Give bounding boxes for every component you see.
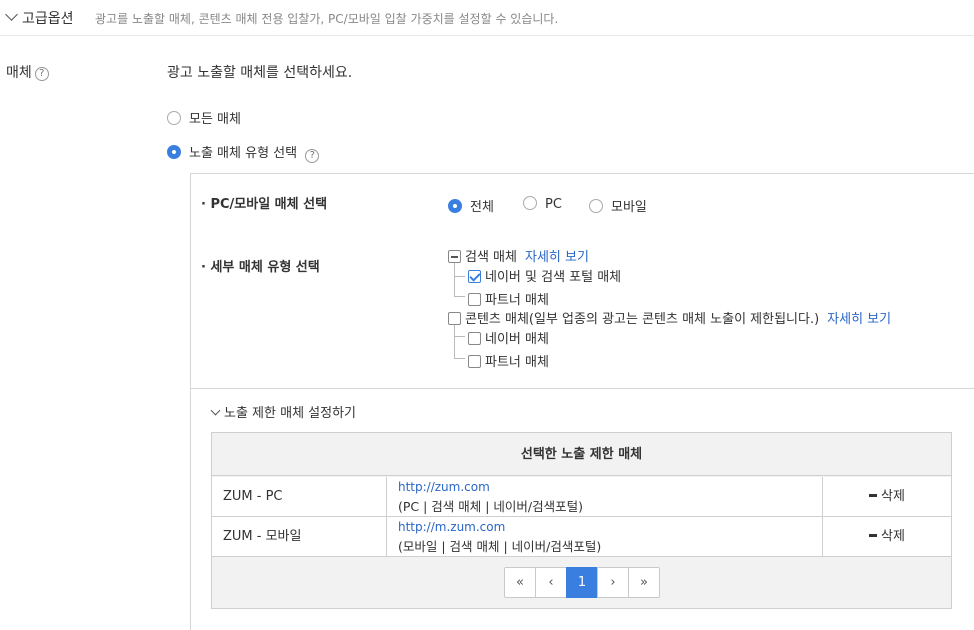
delete-label: 삭제: [881, 529, 905, 544]
checkbox-label: 파트너 매체: [485, 355, 549, 370]
pc-mobile-label: · PC/모바일 매체 선택: [201, 197, 328, 212]
page-button-current[interactable]: 1: [566, 567, 598, 598]
radio-label: 전체: [470, 200, 494, 215]
last-page-button[interactable]: »: [628, 567, 660, 598]
pagination: « ‹ 1 › »: [504, 567, 660, 598]
radio-button[interactable]: [167, 111, 181, 125]
checkbox-label: 네이버 매체: [485, 332, 549, 347]
tree-line: [454, 358, 465, 359]
checkbox-label: 검색 매체: [465, 250, 517, 265]
chevron-down-icon[interactable]: [210, 405, 221, 416]
checkbox[interactable]: [448, 250, 461, 263]
checkbox[interactable]: [468, 355, 481, 368]
delete-button[interactable]: 삭제: [823, 517, 951, 556]
media-label: 매체: [6, 65, 32, 81]
media-name-cell: ZUM - 모바일: [212, 517, 387, 556]
radio-pc-mobile-all[interactable]: 전체: [448, 196, 494, 215]
divider: [191, 388, 974, 389]
advanced-options-description: 광고를 노출할 매체, 콘텐츠 매체 전용 입찰가, PC/모바일 입찰 가중치…: [95, 12, 559, 26]
checkbox-naver-search-portal[interactable]: 네이버 및 검색 포털 매체: [468, 266, 621, 285]
tree-line: [454, 296, 465, 297]
limit-media-toggle[interactable]: 노출 제한 매체 설정하기: [210, 402, 356, 421]
table-row: ZUM - 모바일 http://m.zum.com (모바일 | 검색 매체 …: [212, 517, 951, 557]
table-header: 선택한 노출 제한 매체: [212, 433, 951, 476]
checkbox-content-partner[interactable]: 파트너 매체: [468, 351, 549, 370]
search-media-details-link[interactable]: 자세히 보기: [525, 250, 589, 265]
next-page-button[interactable]: ›: [597, 567, 629, 598]
radio-label: 모바일: [611, 200, 647, 215]
media-section-label: 매체?: [6, 62, 49, 82]
first-page-button[interactable]: «: [504, 567, 536, 598]
radio-button[interactable]: [167, 145, 181, 159]
delete-button[interactable]: 삭제: [823, 477, 951, 516]
checkbox[interactable]: [448, 312, 461, 325]
media-path: (PC | 검색 매체 | 네이버/검색포털): [398, 499, 584, 514]
media-info-cell: http://m.zum.com (모바일 | 검색 매체 | 네이버/검색포털…: [387, 517, 823, 556]
minus-icon: [869, 494, 878, 497]
radio-label: 모든 매체: [189, 112, 241, 127]
checkbox-label: 네이버 및 검색 포털 매체: [485, 270, 622, 285]
detail-media-label: · 세부 매체 유형 선택: [201, 260, 320, 275]
radio-mobile[interactable]: 모바일: [589, 196, 647, 215]
advanced-options-title[interactable]: 고급옵션: [22, 8, 74, 28]
tree-line: [454, 276, 465, 277]
checkbox-search-media[interactable]: 검색 매체 자세히 보기: [448, 246, 589, 265]
tree-line: [454, 336, 465, 337]
media-info-cell: http://zum.com (PC | 검색 매체 | 네이버/검색포털): [387, 477, 823, 516]
tree-line: [454, 260, 455, 297]
radio-all-media[interactable]: 모든 매체: [167, 108, 241, 127]
table-row: ZUM - PC http://zum.com (PC | 검색 매체 | 네이…: [212, 477, 951, 517]
radio-button[interactable]: [448, 199, 462, 213]
minus-icon: [869, 534, 878, 537]
media-path: (모바일 | 검색 매체 | 네이버/검색포털): [398, 539, 602, 554]
radio-button[interactable]: [589, 199, 603, 213]
media-prompt: 광고 노출할 매체를 선택하세요.: [167, 65, 353, 81]
media-url: http://zum.com: [398, 480, 490, 494]
media-url: http://m.zum.com: [398, 520, 506, 534]
checkbox-content-naver[interactable]: 네이버 매체: [468, 328, 549, 347]
media-name-cell: ZUM - PC: [212, 477, 387, 516]
limit-media-toggle-label: 노출 제한 매체 설정하기: [224, 406, 356, 421]
radio-label: PC: [545, 197, 562, 212]
radio-select-media-type[interactable]: 노출 매체 유형 선택 ?: [167, 142, 320, 163]
checkbox-content-media[interactable]: 콘텐츠 매체(일부 업종의 광고는 콘텐츠 매체 노출이 제한됩니다.) 자세히 …: [448, 308, 891, 327]
prev-page-button[interactable]: ‹: [535, 567, 567, 598]
checkbox[interactable]: [468, 270, 481, 283]
checkbox-label: 파트너 매체: [485, 293, 549, 308]
help-icon[interactable]: ?: [34, 67, 49, 81]
checkbox[interactable]: [468, 332, 481, 345]
checkbox[interactable]: [468, 293, 481, 306]
checkbox-search-partner[interactable]: 파트너 매체: [468, 289, 549, 308]
radio-button[interactable]: [523, 196, 537, 210]
content-media-details-link[interactable]: 자세히 보기: [827, 312, 891, 327]
checkbox-label: 콘텐츠 매체(일부 업종의 광고는 콘텐츠 매체 노출이 제한됩니다.): [465, 312, 820, 327]
help-icon[interactable]: ?: [305, 149, 320, 163]
radio-pc[interactable]: PC: [523, 196, 562, 212]
radio-label: 노출 매체 유형 선택: [189, 146, 298, 161]
delete-label: 삭제: [881, 489, 905, 504]
